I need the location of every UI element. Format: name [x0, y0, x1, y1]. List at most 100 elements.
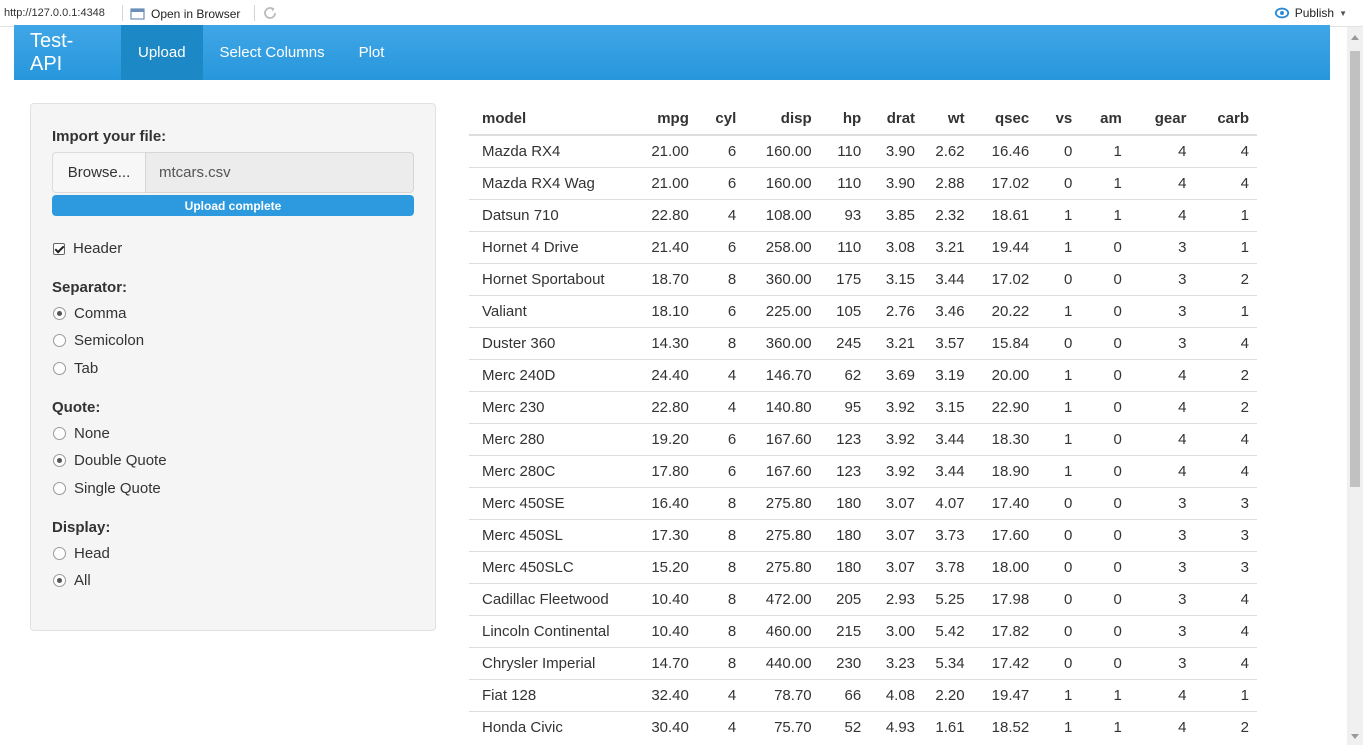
table-cell-mpg: 14.30 [639, 326, 697, 359]
app-navbar: Test-API Upload Select Columns Plot [14, 25, 1330, 80]
table-cell-am: 0 [1080, 326, 1130, 359]
radio-button[interactable] [53, 454, 66, 467]
table-cell-cyl: 6 [696, 230, 745, 263]
open-in-browser-button[interactable]: Open in Browser [130, 5, 240, 22]
publish-button[interactable]: Publish ▼ [1274, 6, 1347, 20]
separator-option-semicolon[interactable]: Semicolon [53, 332, 144, 349]
table-cell-disp: 167.60 [744, 454, 820, 487]
tab-plot[interactable]: Plot [342, 25, 402, 80]
table-cell-carb: 4 [1194, 326, 1257, 359]
table-cell-carb: 2 [1194, 262, 1257, 295]
scrollbar-thumb[interactable] [1350, 51, 1360, 487]
table-cell-vs: 1 [1037, 678, 1081, 711]
table-cell-gear: 3 [1129, 550, 1195, 583]
separator-option-tab[interactable]: Tab [53, 360, 98, 377]
refresh-icon[interactable] [262, 5, 278, 21]
table-cell-model: Hornet 4 Drive [469, 230, 640, 263]
table-cell-hp: 95 [819, 390, 870, 423]
table-cell-wt: 3.78 [923, 550, 973, 583]
table-cell-gear: 3 [1129, 614, 1195, 647]
toolbar-divider [122, 5, 123, 21]
header-checkbox[interactable] [53, 242, 65, 255]
file-name-field[interactable]: mtcars.csv [145, 152, 414, 193]
table-cell-hp: 180 [819, 518, 870, 551]
header-checkbox-option[interactable]: Header [53, 240, 122, 257]
radio-button[interactable] [53, 547, 66, 560]
table-cell-carb: 1 [1194, 198, 1257, 231]
radio-label: All [74, 572, 91, 589]
radio-label: Semicolon [74, 332, 145, 349]
table-cell-mpg: 19.20 [639, 422, 697, 455]
table-cell-vs: 0 [1037, 262, 1081, 295]
table-cell-hp: 52 [819, 710, 870, 743]
radio-button[interactable] [53, 362, 66, 375]
table-cell-vs: 1 [1037, 454, 1081, 487]
data-table-container: model mpg cyl disp hp drat wt qsec vs am gear carb … [469, 103, 1257, 743]
table-cell-hp: 110 [819, 230, 870, 263]
column-header-am: am [1080, 103, 1130, 136]
table-cell-mpg: 10.40 [639, 614, 697, 647]
quote-option-none[interactable]: None [53, 425, 110, 442]
table-cell-wt: 3.44 [923, 262, 973, 295]
upload-progress-bar: Upload complete [52, 195, 414, 216]
table-cell-qsec: 18.30 [972, 422, 1038, 455]
table-cell-carb: 3 [1194, 518, 1257, 551]
viewer-url: http://127.0.0.1:4348 [4, 7, 105, 19]
table-row: Mazda RX4 Wag 21.00 6 160.00 110 3.90 2.88 17.0… [469, 166, 1257, 199]
radio-button[interactable] [53, 574, 66, 587]
table-cell-am: 0 [1080, 486, 1130, 519]
table-cell-model: Duster 360 [469, 326, 640, 359]
file-input-group: Browse... mtcars.csv [52, 152, 414, 193]
table-cell-cyl: 4 [696, 710, 745, 743]
table-cell-wt: 3.21 [923, 230, 973, 263]
quote-option-double[interactable]: Double Quote [53, 452, 167, 469]
table-cell-disp: 258.00 [744, 230, 820, 263]
app-brand[interactable]: Test-API [14, 25, 121, 80]
table-cell-disp: 75.70 [744, 710, 820, 743]
tab-upload[interactable]: Upload [121, 25, 203, 80]
table-cell-am: 0 [1080, 390, 1130, 423]
scroll-up-icon[interactable] [1351, 35, 1359, 40]
tab-select-columns[interactable]: Select Columns [203, 25, 342, 80]
table-cell-disp: 460.00 [744, 614, 820, 647]
separator-option-comma[interactable]: Comma [53, 305, 127, 322]
table-cell-carb: 3 [1194, 550, 1257, 583]
publish-label: Publish [1294, 6, 1335, 20]
table-row: Merc 280C 17.80 6 167.60 123 3.92 3.44 18.90 1 0 4… [469, 454, 1257, 487]
chevron-down-icon[interactable]: ▼ [1339, 9, 1347, 18]
sidebar-panel: Import your file: Browse... mtcars.csv U… [30, 103, 436, 631]
table-cell-hp: 123 [819, 454, 870, 487]
table-cell-mpg: 22.80 [639, 198, 697, 231]
table-cell-wt: 3.46 [923, 294, 973, 327]
table-cell-disp: 140.80 [744, 390, 820, 423]
radio-button[interactable] [53, 482, 66, 495]
table-cell-cyl: 8 [696, 582, 745, 615]
table-cell-cyl: 6 [696, 134, 745, 167]
display-option-all[interactable]: All [53, 572, 91, 589]
viewer-toolbar: http://127.0.0.1:4348 Open in Browser Pu… [0, 0, 1363, 27]
table-cell-cyl: 8 [696, 550, 745, 583]
table-cell-hp: 215 [819, 614, 870, 647]
table-cell-model: Merc 450SE [469, 486, 640, 519]
table-cell-cyl: 8 [696, 646, 745, 679]
column-header-qsec: qsec [972, 103, 1038, 136]
table-cell-vs: 1 [1037, 710, 1081, 743]
column-header-carb: carb [1194, 103, 1257, 136]
browse-button[interactable]: Browse... [52, 152, 145, 193]
display-option-head[interactable]: Head [53, 545, 110, 562]
table-cell-wt: 5.42 [923, 614, 973, 647]
quote-option-single[interactable]: Single Quote [53, 480, 161, 497]
radio-button[interactable] [53, 427, 66, 440]
radio-button[interactable] [53, 334, 66, 347]
table-cell-carb: 3 [1194, 486, 1257, 519]
table-cell-am: 1 [1080, 134, 1130, 167]
table-cell-drat: 3.92 [869, 454, 924, 487]
table-cell-qsec: 17.82 [972, 614, 1038, 647]
table-cell-drat: 2.76 [869, 294, 924, 327]
radio-label: Comma [74, 305, 127, 322]
table-cell-model: Merc 280C [469, 454, 640, 487]
vertical-scrollbar[interactable] [1347, 27, 1363, 745]
column-header-cyl: cyl [696, 103, 745, 136]
scroll-down-icon[interactable] [1351, 734, 1359, 739]
radio-button[interactable] [53, 307, 66, 320]
